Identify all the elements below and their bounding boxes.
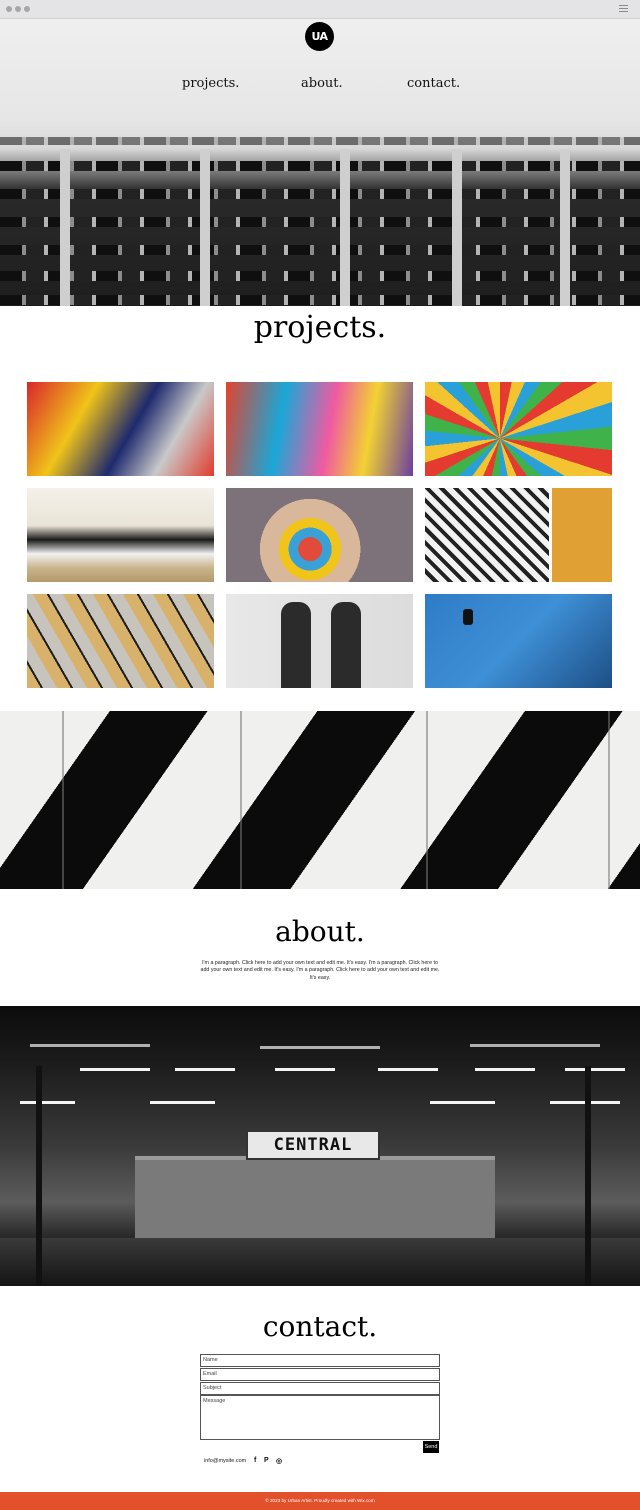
window-dot bbox=[24, 6, 30, 12]
project-image-painted-rock[interactable] bbox=[27, 488, 214, 582]
project-image-bearded-man[interactable] bbox=[226, 488, 413, 582]
about-heading: about. bbox=[275, 915, 365, 948]
message-field[interactable]: Message bbox=[200, 1395, 440, 1440]
email-field[interactable]: Email bbox=[200, 1368, 440, 1381]
nav-projects[interactable]: projects. bbox=[182, 76, 239, 91]
contact-heading: contact. bbox=[262, 1310, 378, 1343]
facebook-icon[interactable]: f bbox=[254, 1457, 256, 1464]
instagram-icon[interactable]: ◎ bbox=[276, 1457, 282, 1465]
project-image-lion-mural[interactable] bbox=[27, 594, 214, 688]
subject-field[interactable]: Subject bbox=[200, 1382, 440, 1395]
menu-icon[interactable] bbox=[619, 5, 628, 13]
browser-chrome bbox=[0, 0, 640, 19]
name-placeholder: Name bbox=[203, 1357, 218, 1363]
name-field[interactable]: Name bbox=[200, 1354, 440, 1367]
site-logo[interactable]: UA bbox=[305, 22, 334, 51]
window-dot bbox=[15, 6, 21, 12]
station-sign: CENTRAL bbox=[246, 1130, 380, 1160]
send-button[interactable]: Send bbox=[423, 1441, 439, 1453]
project-image-maze-pattern[interactable] bbox=[425, 488, 612, 582]
subject-placeholder: Subject bbox=[203, 1385, 222, 1391]
project-image-two-women[interactable] bbox=[226, 594, 413, 688]
footer: © 2023 by Urban Artist. Proudly created … bbox=[0, 1492, 640, 1510]
contact-email[interactable]: info@mysite.com bbox=[204, 1458, 246, 1464]
project-image-jumper[interactable] bbox=[425, 594, 612, 688]
about-paragraph: I'm a paragraph. Click here to add your … bbox=[200, 960, 440, 981]
stripes-image bbox=[0, 711, 640, 889]
projects-heading: projects. bbox=[253, 310, 387, 345]
footer-text: © 2023 by Urban Artist. Proudly created … bbox=[265, 1498, 375, 1503]
nav-contact[interactable]: contact. bbox=[407, 76, 460, 91]
project-image-heart-mural[interactable] bbox=[27, 382, 214, 476]
nav-about[interactable]: about. bbox=[301, 76, 343, 91]
pinterest-icon[interactable]: P bbox=[264, 1457, 269, 1464]
message-placeholder: Message bbox=[203, 1398, 226, 1404]
project-image-kiss-mural[interactable] bbox=[425, 382, 612, 476]
email-placeholder: Email bbox=[203, 1371, 217, 1377]
window-dot bbox=[6, 6, 12, 12]
project-image-colorful-wall[interactable] bbox=[226, 382, 413, 476]
hero-building-image bbox=[0, 19, 640, 306]
